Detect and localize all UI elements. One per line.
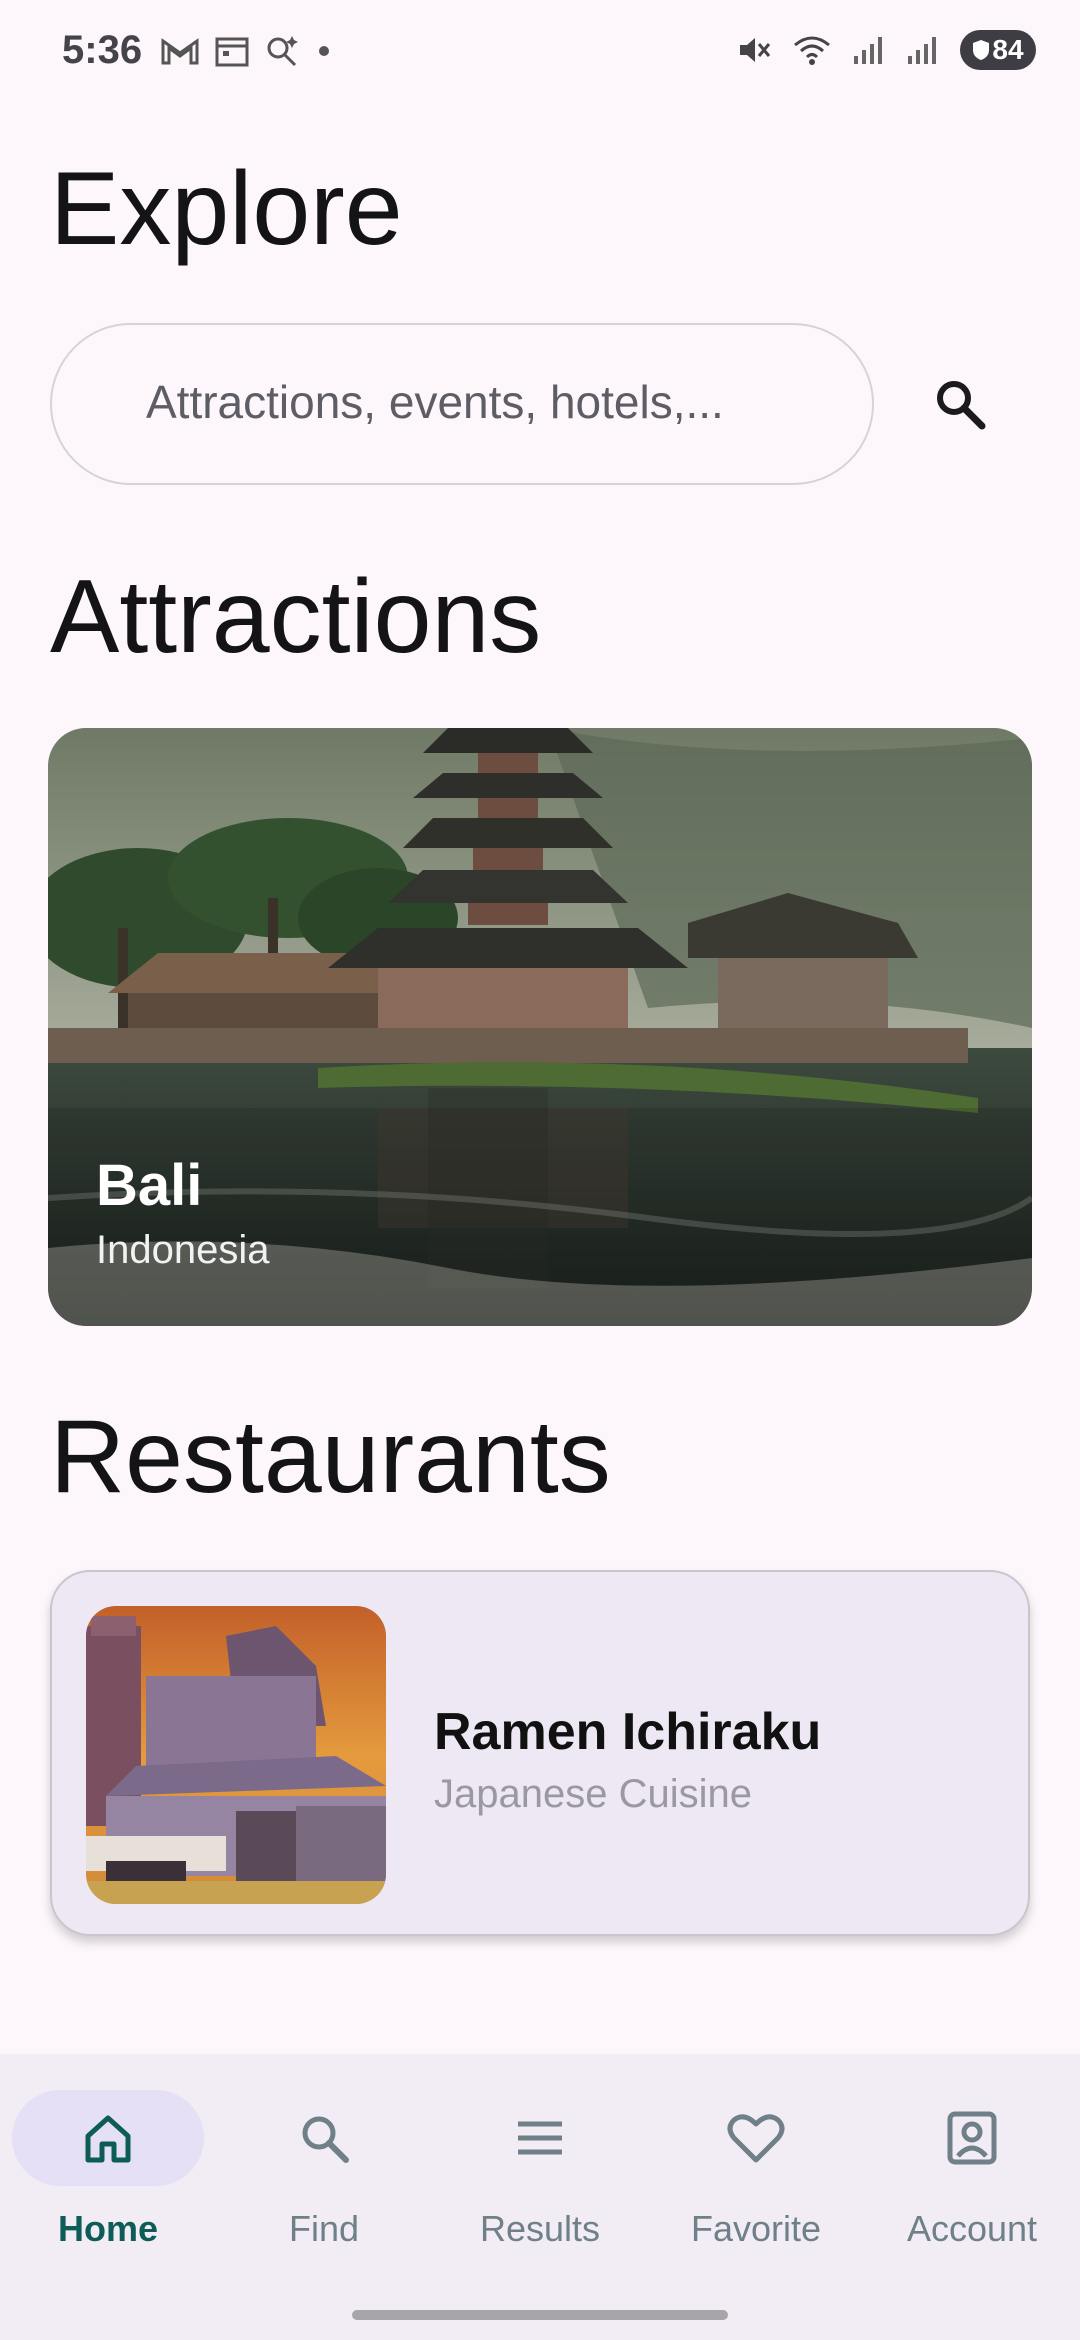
wifi-icon bbox=[794, 36, 830, 65]
calendar-icon bbox=[215, 37, 249, 67]
gmail-icon bbox=[161, 38, 199, 65]
attraction-card-bali[interactable]: Bali Indonesia bbox=[48, 728, 1032, 1326]
nav-indicator bbox=[12, 2090, 204, 2186]
nav-label-home: Home bbox=[57, 2208, 159, 2249]
search-icon bbox=[302, 2116, 349, 2163]
restaurant-image bbox=[86, 1606, 386, 1904]
search-sparkle-icon bbox=[267, 36, 298, 67]
nav-item-home[interactable]: Home bbox=[0, 2090, 216, 2280]
search-field[interactable] bbox=[50, 323, 874, 485]
attractions-heading: Attractions bbox=[50, 559, 542, 675]
account-icon bbox=[947, 2111, 997, 2165]
restaurants-heading: Restaurants bbox=[50, 1399, 611, 1515]
dot-icon bbox=[319, 46, 329, 56]
signal-icon bbox=[854, 37, 882, 64]
nav-item-find[interactable]: Find bbox=[216, 2090, 432, 2280]
home-indicator[interactable] bbox=[352, 2310, 728, 2320]
nav-item-account[interactable]: Account bbox=[864, 2090, 1080, 2280]
battery-indicator: 84 bbox=[960, 30, 1036, 70]
page-title: Explore bbox=[50, 151, 403, 267]
restaurant-card[interactable]: Ramen Ichiraku Japanese Cuisine bbox=[50, 1570, 1030, 1936]
home-icon bbox=[85, 2115, 131, 2163]
nav-label-find: Find bbox=[288, 2208, 360, 2249]
status-notification-icons bbox=[160, 34, 334, 68]
nav-item-favorite[interactable]: Favorite bbox=[648, 2090, 864, 2280]
search-input[interactable] bbox=[144, 361, 828, 443]
status-bar: 5:36 84 bbox=[0, 0, 1080, 106]
battery-level: 84 bbox=[992, 34, 1024, 65]
mute-icon bbox=[740, 38, 771, 62]
restaurant-cuisine: Japanese Cuisine bbox=[434, 1772, 752, 1816]
bottom-navigation: Home Find Results Favorite Account bbox=[0, 2054, 1080, 2340]
nav-label-favorite: Favorite bbox=[690, 2208, 822, 2249]
search-icon bbox=[937, 381, 986, 430]
shield-icon bbox=[973, 40, 990, 60]
signal-icon bbox=[908, 37, 936, 64]
nav-item-results[interactable]: Results bbox=[432, 2090, 648, 2280]
attraction-title: Bali bbox=[96, 1153, 203, 1218]
heart-icon bbox=[727, 2114, 785, 2163]
attraction-subtitle: Indonesia bbox=[96, 1228, 270, 1272]
menu-icon bbox=[518, 2121, 562, 2155]
nav-label-results: Results bbox=[479, 2208, 601, 2249]
search-button[interactable] bbox=[920, 364, 1000, 444]
status-time: 5:36 bbox=[62, 28, 143, 72]
status-system-icons: 84 bbox=[736, 30, 1036, 70]
nav-label-account: Account bbox=[906, 2208, 1038, 2249]
restaurant-name: Ramen Ichiraku bbox=[434, 1703, 822, 1761]
